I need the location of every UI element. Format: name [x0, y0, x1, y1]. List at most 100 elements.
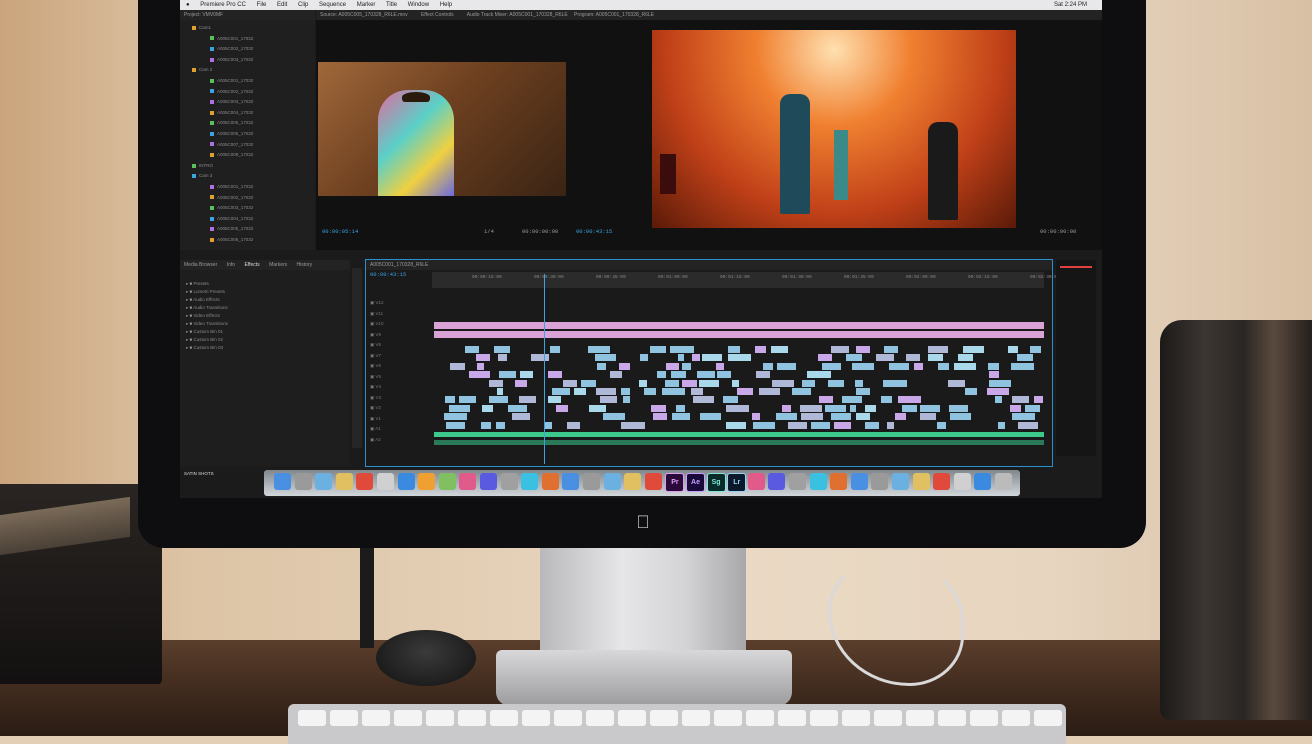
video-clip[interactable] — [498, 354, 507, 362]
video-clip[interactable] — [691, 388, 703, 395]
menu-clip[interactable]: Clip — [298, 2, 308, 8]
video-clip[interactable] — [480, 421, 492, 429]
effects-folder[interactable]: ▸ ■ Lumetri Presets — [186, 288, 225, 295]
effects-folder[interactable]: ▸ ■ Custom Bin 03 — [186, 344, 223, 351]
video-clip[interactable] — [756, 371, 770, 379]
video-clip[interactable] — [621, 388, 631, 395]
track-header-v2[interactable]: ▣ V2 — [370, 405, 381, 411]
project-item[interactable]: A005C005_17032 — [184, 119, 253, 126]
track-header-v10[interactable]: ▣ V10 — [370, 321, 384, 327]
video-clip[interactable] — [905, 354, 921, 362]
dock-app-icon[interactable] — [830, 473, 848, 490]
video-clip[interactable] — [856, 388, 870, 395]
video-clip[interactable] — [953, 362, 977, 370]
trash-icon[interactable] — [995, 473, 1012, 490]
video-clip[interactable] — [988, 362, 999, 370]
video-clip[interactable] — [665, 362, 680, 370]
tab-audio-mixer[interactable]: Audio Track Mixer: A005C001_170328_R6LE — [467, 12, 568, 18]
video-clip[interactable] — [736, 388, 754, 395]
video-clip[interactable] — [753, 421, 775, 429]
video-clip[interactable] — [544, 421, 552, 429]
video-clip[interactable] — [897, 396, 921, 404]
video-clip[interactable] — [1033, 396, 1044, 404]
track-header-v11[interactable]: ▣ V11 — [370, 311, 383, 317]
video-clip[interactable] — [726, 421, 747, 429]
video-clip[interactable] — [547, 371, 562, 379]
project-item[interactable]: A005C003_17032 — [184, 98, 253, 105]
tab-sequence[interactable]: A005C001_170328_R6LE — [370, 262, 428, 268]
video-clip[interactable] — [799, 404, 823, 412]
video-clip[interactable] — [649, 346, 666, 353]
video-clip[interactable] — [702, 354, 722, 362]
menu-edit[interactable]: Edit — [277, 2, 287, 8]
dock-app-icon[interactable] — [850, 473, 868, 490]
dock-app-icon[interactable] — [624, 473, 642, 490]
video-clip[interactable] — [597, 362, 607, 370]
track-header-v3[interactable]: ▣ V3 — [370, 395, 381, 401]
dock-app-icon[interactable] — [871, 473, 889, 490]
video-clip[interactable] — [555, 404, 568, 412]
video-clip[interactable] — [716, 371, 732, 379]
video-clip[interactable] — [444, 396, 456, 404]
tab-source[interactable]: Source: A005C005_170328_R6LE.mov — [320, 12, 408, 18]
video-clip[interactable] — [458, 396, 477, 404]
effects-folder[interactable]: ▸ ■ Video Transitions — [186, 320, 228, 327]
video-clip[interactable] — [887, 421, 894, 429]
video-clip[interactable] — [806, 371, 831, 379]
video-clip[interactable] — [776, 362, 797, 370]
project-item[interactable]: A005C005_17032 — [184, 225, 253, 232]
dock-app-icon[interactable] — [315, 473, 333, 490]
video-clip[interactable] — [643, 388, 656, 395]
video-clip[interactable] — [728, 354, 752, 362]
video-clip[interactable] — [775, 413, 798, 421]
video-clip[interactable] — [920, 404, 940, 412]
video-clip[interactable] — [950, 413, 971, 421]
track-header-v6[interactable]: ▣ V6 — [370, 363, 381, 369]
video-clip[interactable] — [449, 362, 465, 370]
video-clip[interactable] — [599, 396, 618, 404]
video-clip[interactable] — [465, 346, 480, 353]
video-clip[interactable] — [609, 371, 623, 379]
video-clip[interactable] — [552, 388, 571, 395]
video-clip[interactable] — [947, 379, 965, 387]
video-clip[interactable] — [831, 346, 850, 353]
dock-app-icon[interactable] — [377, 473, 394, 490]
effects-folder[interactable]: ▸ ■ Custom Bin 02 — [186, 336, 223, 343]
video-clip[interactable] — [865, 421, 880, 429]
video-clip[interactable] — [957, 354, 974, 362]
dock-sg-icon[interactable]: Sg — [706, 473, 726, 492]
video-clip[interactable] — [755, 346, 766, 353]
dock-app-icon[interactable] — [480, 473, 497, 490]
project-item[interactable]: A005C008_17032 — [184, 151, 253, 158]
video-clip[interactable] — [731, 379, 740, 387]
video-clip[interactable] — [771, 379, 795, 387]
video-clip[interactable] — [927, 354, 943, 362]
video-clip[interactable] — [682, 362, 692, 370]
project-item[interactable]: Cam 3 — [184, 172, 212, 179]
track-header-v5[interactable]: ▣ V5 — [370, 374, 381, 380]
dock-app-icon[interactable] — [562, 473, 580, 490]
video-clip[interactable] — [987, 388, 1009, 395]
menu-file[interactable]: File — [257, 2, 267, 8]
video-clip[interactable] — [988, 371, 1000, 379]
track-header-v8[interactable]: ▣ V8 — [370, 342, 381, 348]
video-clip[interactable] — [692, 396, 715, 404]
video-clip[interactable] — [563, 379, 578, 387]
video-clip[interactable] — [681, 379, 697, 387]
video-clip[interactable] — [855, 379, 863, 387]
video-clip[interactable] — [698, 379, 720, 387]
dock-app-icon[interactable] — [603, 473, 621, 490]
video-clip[interactable] — [596, 388, 616, 395]
menu-clock[interactable]: Sat 2:24 PM — [1054, 2, 1087, 8]
dock-app-icon[interactable] — [294, 473, 312, 490]
menu-title[interactable]: Title — [386, 2, 397, 8]
timeline-ruler[interactable]: 00:00:15:00 00:00:30:00 00:00:45:00 00:01:0… — [432, 272, 1060, 288]
video-clip[interactable] — [759, 388, 780, 395]
video-clip[interactable] — [620, 421, 645, 429]
tab-effect-controls[interactable]: Effect Controls — [421, 12, 454, 18]
video-clip[interactable] — [618, 362, 631, 370]
video-clip[interactable] — [817, 354, 832, 362]
video-clip[interactable] — [468, 371, 490, 379]
video-clip[interactable] — [1012, 413, 1035, 421]
video-clip[interactable] — [676, 404, 686, 412]
